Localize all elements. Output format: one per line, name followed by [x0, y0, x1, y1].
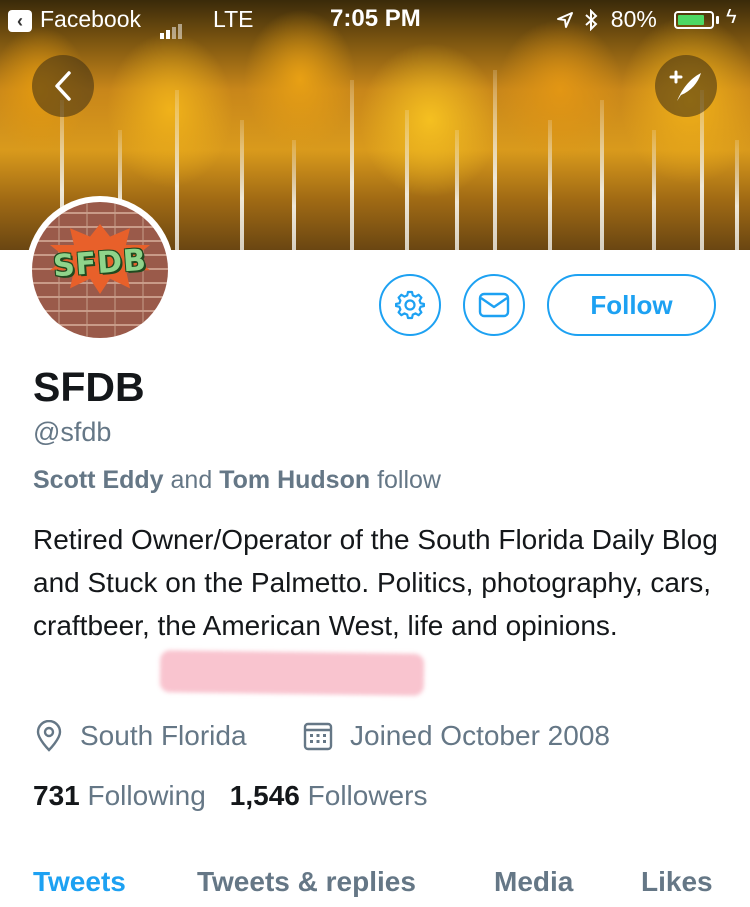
- followers-count: 1,546: [229, 780, 300, 811]
- mutual-follower-1[interactable]: Scott Eddy: [33, 466, 164, 494]
- envelope-icon: [478, 292, 510, 318]
- location-pin-icon: [36, 720, 62, 752]
- tab-tweets[interactable]: Tweets: [33, 866, 126, 898]
- back-app-label[interactable]: Facebook: [40, 6, 141, 33]
- profile-tabs: Tweets Tweets & replies Media Likes: [0, 862, 750, 907]
- tab-media[interactable]: Media: [494, 866, 573, 898]
- settings-button[interactable]: [379, 274, 441, 336]
- profile-name: SFDB: [33, 364, 145, 410]
- location-text: South Florida: [80, 720, 247, 751]
- signal-icon: [160, 12, 184, 39]
- joined-text: Joined October 2008: [350, 720, 610, 751]
- compose-quill-icon: [669, 70, 701, 101]
- gear-icon: [395, 290, 425, 320]
- mutual-followers[interactable]: Scott Eddy and Tom Hudson follow: [33, 466, 441, 495]
- profile-joined: Joined October 2008: [302, 716, 610, 756]
- profile-location: South Florida: [34, 716, 247, 756]
- location-arrow-icon: [557, 12, 573, 28]
- status-bar: ‹ Facebook LTE 7:05 PM 80% ϟ: [0, 0, 750, 40]
- followers-link[interactable]: 1,546 Followers: [230, 780, 428, 811]
- chevron-left-icon: [55, 71, 71, 101]
- profile-handle: @sfdb: [33, 417, 112, 447]
- highlight-mark: [159, 650, 425, 696]
- calendar-icon: [303, 722, 333, 751]
- profile-bio: Retired Owner/Operator of the South Flor…: [33, 524, 718, 641]
- message-button[interactable]: [463, 274, 525, 336]
- following-label: Following: [87, 780, 206, 811]
- compose-tweet-button[interactable]: [655, 55, 717, 117]
- battery-percent: 80%: [610, 6, 657, 32]
- followers-label: Followers: [307, 780, 428, 811]
- back-to-app-icon[interactable]: ‹: [8, 10, 32, 32]
- follow-stats: 731 Following 1,546 Followers: [33, 780, 427, 812]
- profile-avatar[interactable]: SFDB: [26, 196, 174, 344]
- battery-icon: [674, 11, 714, 29]
- back-button[interactable]: [32, 55, 94, 117]
- status-icons: 80%: [556, 6, 657, 33]
- tab-tweets-replies[interactable]: Tweets & replies: [197, 866, 416, 898]
- clock: 7:05 PM: [330, 5, 421, 32]
- mutual-follower-2[interactable]: Tom Hudson: [219, 466, 370, 494]
- charging-bolt-icon: ϟ: [726, 6, 737, 28]
- carrier-label: LTE: [213, 6, 254, 32]
- bluetooth-icon: [585, 8, 598, 32]
- follow-button[interactable]: Follow: [547, 274, 716, 336]
- following-link[interactable]: 731 Following: [33, 780, 206, 811]
- tab-likes[interactable]: Likes: [641, 866, 713, 898]
- following-count: 731: [33, 780, 80, 811]
